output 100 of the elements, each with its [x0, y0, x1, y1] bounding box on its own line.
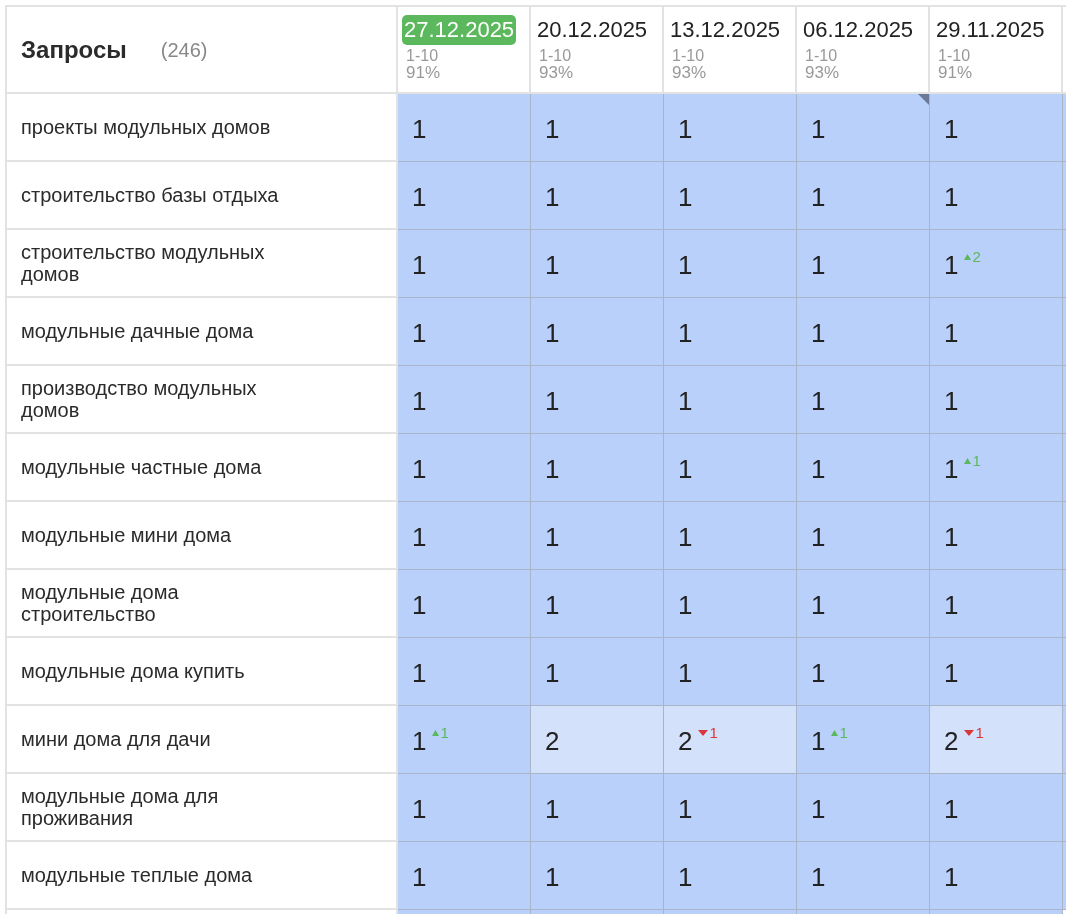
position-cell[interactable]: 1: [531, 434, 664, 502]
column-title: Запросы: [21, 34, 127, 65]
position-cell[interactable]: 1: [930, 842, 1063, 910]
position-cell[interactable]: 1: [664, 774, 797, 842]
position-cell[interactable]: 1: [797, 502, 930, 570]
position-cell[interactable]: 1: [930, 570, 1063, 638]
position-cell[interactable]: 2: [531, 706, 664, 774]
query-text: модульные дачные дома: [21, 320, 254, 342]
position-cell[interactable]: 1: [531, 842, 664, 910]
position-cell[interactable]: 1: [398, 162, 531, 230]
position-cell[interactable]: 1: [797, 162, 930, 230]
date-header[interactable]: 13.12.2025: [668, 15, 783, 45]
up-triangle-icon: [831, 729, 839, 736]
position-cell[interactable]: 1: [930, 774, 1063, 842]
position-cell[interactable]: 1: [531, 230, 664, 298]
position-cell[interactable]: 1: [531, 298, 664, 366]
position-cell[interactable]: 1: [797, 298, 930, 366]
position-cell[interactable]: 1: [398, 94, 531, 162]
query-count: (246): [160, 37, 208, 63]
position-cell[interactable]: 1: [797, 638, 930, 706]
date-header[interactable]: 20.12.2025: [535, 15, 650, 45]
query-text: модульные мини дома: [21, 524, 232, 546]
query-text: модульные дома для проживания: [21, 785, 220, 829]
query-text: строительство базы отдыха: [21, 184, 279, 206]
position-cell[interactable]: 1: [664, 366, 797, 434]
position-cell[interactable]: 1: [531, 774, 664, 842]
position-cell[interactable]: 1: [531, 162, 664, 230]
visibility-percent: 93%: [804, 64, 840, 81]
up-triangle-icon: [964, 253, 972, 260]
position-cell[interactable]: 1: [531, 638, 664, 706]
position-cell[interactable]: 1 1: [930, 434, 1063, 502]
visibility-percent: 93%: [671, 64, 707, 81]
date-header[interactable]: 06.12.2025: [801, 15, 916, 45]
position-change: 1: [964, 725, 984, 740]
down-triangle-icon: [964, 729, 975, 736]
position-cell[interactable]: 1: [398, 434, 531, 502]
position-cell[interactable]: 1: [797, 434, 930, 502]
visibility-percent: 91%: [937, 64, 973, 81]
position-cell[interactable]: 1: [398, 230, 531, 298]
position-cell[interactable]: 1: [797, 94, 930, 162]
position-range: 1-10: [804, 47, 838, 64]
query-text: проекты модульных домов: [21, 116, 271, 138]
date-header[interactable]: 29.11.2025: [934, 15, 1047, 45]
position-cell[interactable]: 1: [797, 230, 930, 298]
position-cell[interactable]: 1: [930, 502, 1063, 570]
visibility-percent: 93%: [538, 64, 574, 81]
position-cell[interactable]: 2 1: [664, 706, 797, 774]
down-triangle-icon: [698, 729, 709, 736]
query-text: мини дома для дачи: [21, 728, 211, 750]
position-cell[interactable]: 1: [664, 638, 797, 706]
query-text: строительство модульных домов: [21, 241, 266, 285]
position-range: 1-10: [405, 47, 439, 64]
position-cell[interactable]: 1: [930, 162, 1063, 230]
position-cell[interactable]: 1: [531, 570, 664, 638]
position-cell[interactable]: 1: [930, 366, 1063, 434]
position-cell[interactable]: 1: [664, 842, 797, 910]
position-cell[interactable]: 1: [664, 434, 797, 502]
position-cell[interactable]: 1: [930, 94, 1063, 162]
position-change: 1: [964, 453, 981, 468]
position-cell[interactable]: 1: [398, 842, 531, 910]
position-cell[interactable]: 1: [664, 298, 797, 366]
query-text: модульные дома строительство: [21, 581, 180, 625]
position-cell[interactable]: 1: [398, 298, 531, 366]
position-cell[interactable]: 1 2: [930, 230, 1063, 298]
position-cell[interactable]: 1: [664, 502, 797, 570]
position-cell[interactable]: 1: [930, 638, 1063, 706]
position-cell[interactable]: 1: [664, 230, 797, 298]
position-cell[interactable]: 2 1: [930, 706, 1063, 774]
query-text: модульные дома купить: [21, 660, 245, 682]
position-cell[interactable]: 1: [664, 570, 797, 638]
position-cell[interactable]: 1: [398, 570, 531, 638]
position-change: 2: [964, 249, 981, 264]
position-range: 1-10: [937, 47, 971, 64]
position-cell[interactable]: 1: [531, 94, 664, 162]
visibility-percent: 91%: [405, 64, 441, 81]
position-cell[interactable]: 1: [797, 366, 930, 434]
position-cell[interactable]: 1 1: [797, 706, 930, 774]
position-cell[interactable]: 1: [797, 570, 930, 638]
position-cell[interactable]: 1: [398, 366, 531, 434]
position-cell[interactable]: 1: [664, 94, 797, 162]
position-cell[interactable]: 1: [930, 298, 1063, 366]
position-range: 1-10: [671, 47, 705, 64]
position-cell[interactable]: 1: [531, 366, 664, 434]
up-triangle-icon: [432, 729, 440, 736]
position-cell[interactable]: 1: [664, 162, 797, 230]
position-cell[interactable]: 1 1: [398, 706, 531, 774]
query-text: модульные частные дома: [21, 456, 262, 478]
position-cell[interactable]: 1: [398, 502, 531, 570]
position-cell[interactable]: 1: [797, 774, 930, 842]
position-cell[interactable]: 1: [531, 502, 664, 570]
position-change: 1: [432, 725, 449, 740]
corner-marker-icon: [918, 94, 929, 105]
position-cell[interactable]: 1: [398, 774, 531, 842]
position-cell[interactable]: 1: [797, 842, 930, 910]
up-triangle-icon: [964, 457, 972, 464]
position-range: 1-10: [538, 47, 572, 64]
query-text: производство модульных домов: [21, 377, 258, 421]
position-change: 1: [831, 725, 848, 740]
position-change: 1: [698, 725, 718, 740]
position-cell[interactable]: 1: [398, 638, 531, 706]
